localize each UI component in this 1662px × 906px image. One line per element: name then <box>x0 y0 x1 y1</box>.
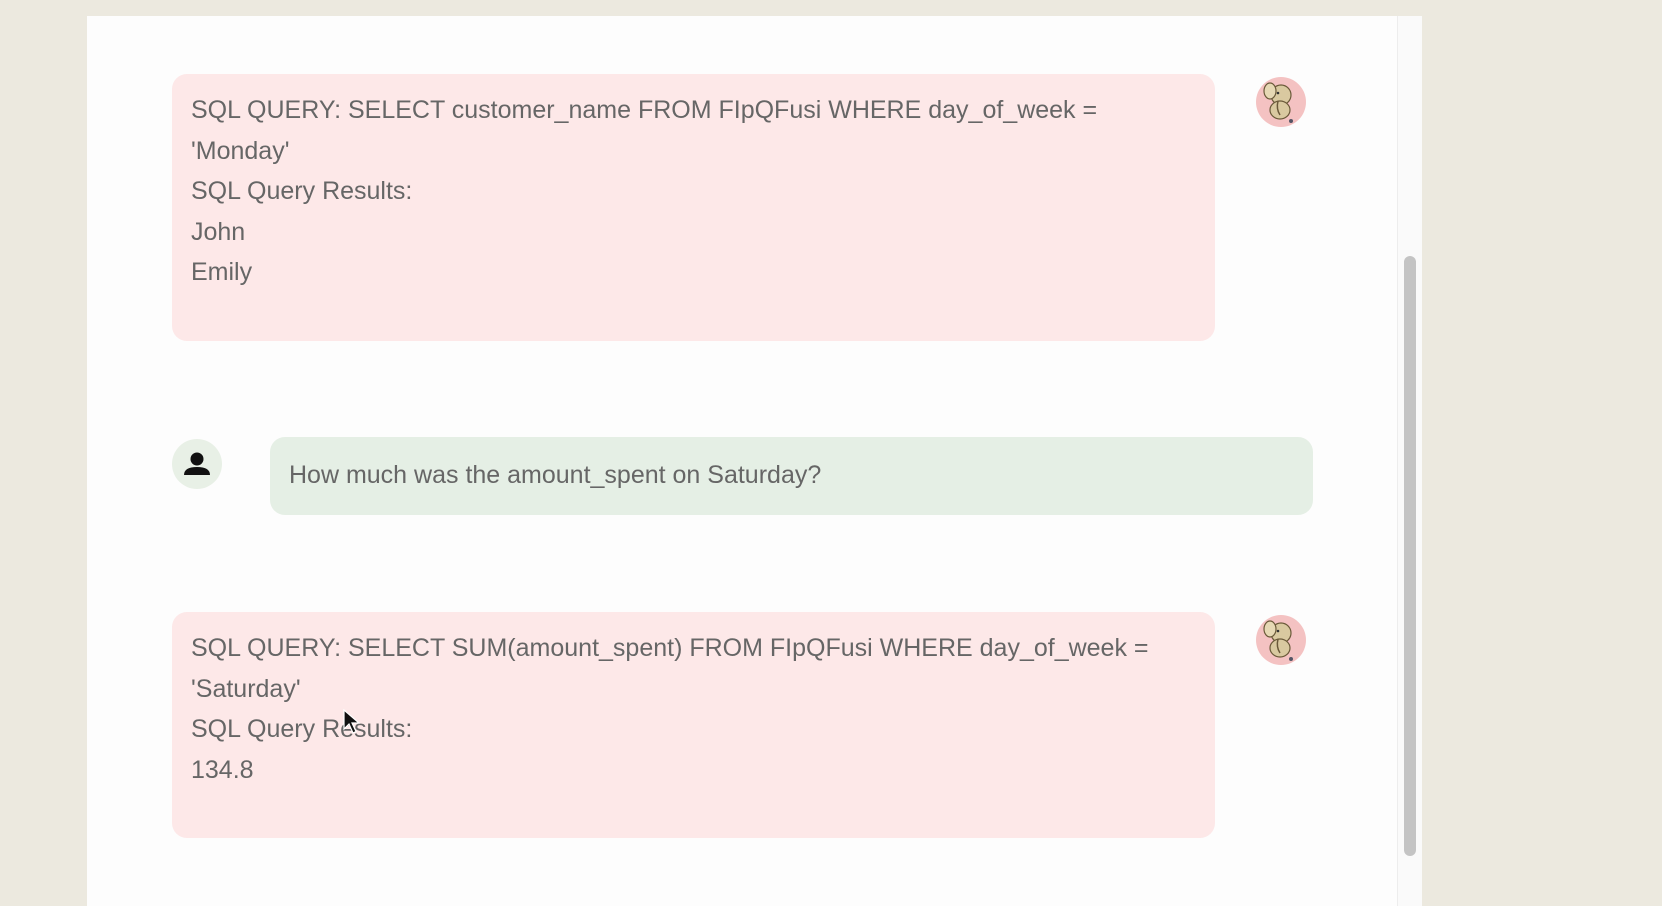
message-line: Emily <box>191 258 253 286</box>
mouse-pointer-icon <box>343 709 361 734</box>
elephant-icon <box>1263 620 1293 661</box>
elephant-icon <box>1263 82 1293 123</box>
message-line: SQL QUERY: SELECT customer_name FROM FIp… <box>191 96 1098 124</box>
message-line: 134.8 <box>191 755 254 784</box>
bot-message: SQL QUERY: SELECT customer_name FROM FIp… <box>172 74 1215 341</box>
message-text: How much was the amount_spent on Saturda… <box>289 461 822 489</box>
scrollbar[interactable] <box>1397 16 1422 906</box>
message-line: SQL QUERY: SELECT SUM(amount_spent) FROM… <box>191 634 1149 662</box>
user-avatar <box>172 439 222 489</box>
bot-avatar <box>1256 77 1306 127</box>
bot-message: SQL QUERY: SELECT SUM(amount_spent) FROM… <box>172 612 1215 838</box>
user-message: How much was the amount_spent on Saturda… <box>270 437 1313 515</box>
message-line: 'Monday' <box>191 136 290 165</box>
scrollbar-thumb[interactable] <box>1404 256 1416 856</box>
message-line: SQL Query Results: <box>191 177 413 205</box>
person-icon <box>184 452 210 475</box>
message-line: SQL Query Results: <box>191 715 413 743</box>
bot-avatar <box>1256 615 1306 665</box>
message-line: 'Saturday' <box>191 674 301 703</box>
message-line: John <box>191 217 246 246</box>
